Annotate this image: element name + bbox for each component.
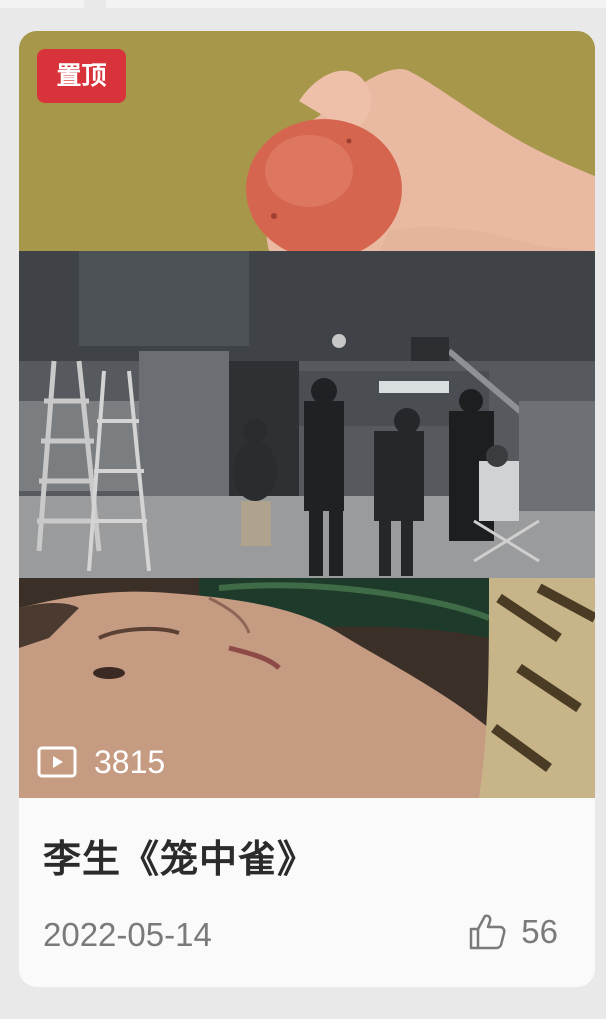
publish-date: 2022-05-14 — [43, 916, 212, 953]
top-notch — [84, 0, 106, 8]
like-count: 56 — [521, 913, 558, 950]
thumbnail-panel-film-set — [19, 251, 595, 578]
like-button[interactable]: 56 — [467, 912, 558, 952]
view-count: 3815 — [37, 742, 165, 782]
video-card[interactable]: 置顶 3815 李生《笼中雀》 2022-05-14 56 — [19, 31, 595, 987]
view-count-value: 3815 — [94, 743, 166, 780]
video-title[interactable]: 李生《笼中雀》 — [43, 828, 316, 883]
pinned-badge: 置顶 — [37, 49, 126, 103]
video-thumbnail[interactable]: 置顶 3815 — [19, 31, 595, 798]
thumbs-up-icon — [470, 914, 506, 950]
play-video-icon — [37, 746, 77, 778]
